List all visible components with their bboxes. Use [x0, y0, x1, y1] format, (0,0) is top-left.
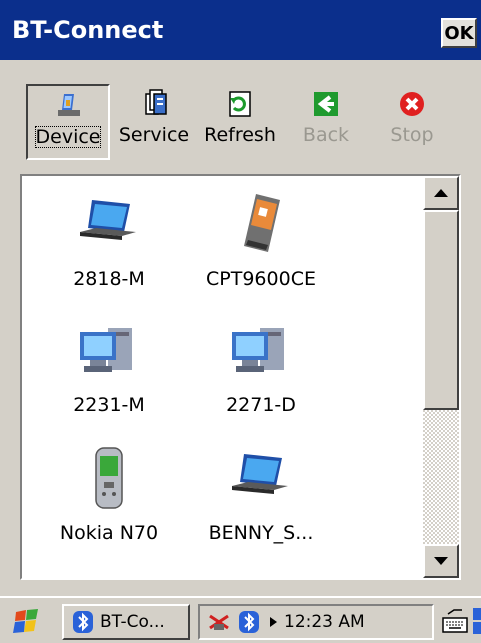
service-button[interactable]: Service [112, 84, 196, 160]
windows-start-icon[interactable] [6, 606, 46, 638]
stop-button[interactable]: Stop [370, 84, 454, 160]
laptop-icon [232, 454, 288, 494]
task-button-bt-connect[interactable]: BT-Co... [62, 604, 190, 640]
bluetooth-icon [73, 611, 93, 633]
window-switch-icon[interactable] [473, 606, 481, 636]
connection-error-icon[interactable] [206, 610, 232, 634]
back-button-label: Back [302, 124, 350, 146]
pda-icon [244, 194, 280, 252]
list-item-nokia-n70[interactable]: Nokia N70 [34, 444, 184, 544]
laptop-icon [80, 200, 136, 240]
system-tray: 12:23 AM [198, 604, 434, 640]
device-button-label: Device [34, 126, 102, 148]
device-name: BENNY_S... [208, 522, 314, 544]
clock[interactable]: 12:23 AM [284, 612, 365, 632]
window-title: BT-Connect [12, 16, 164, 44]
ok-button[interactable]: OK [441, 18, 477, 48]
device-list[interactable]: 2818-M CPT9600CE 2231-M 2271-D Nokia N70… [20, 174, 461, 580]
scroll-up-button[interactable] [423, 176, 459, 210]
device-name: CPT9600CE [206, 268, 316, 290]
back-button[interactable]: Back [284, 84, 368, 160]
list-item-2231-m[interactable]: 2231-M [34, 316, 184, 416]
desktop-computer-icon [80, 328, 132, 372]
device-name: 2231-M [73, 394, 145, 416]
task-button-label: BT-Co... [100, 612, 165, 632]
service-icon [145, 89, 167, 115]
list-item-2271-d[interactable]: 2271-D [186, 316, 336, 416]
device-list-items: 2818-M CPT9600CE 2231-M 2271-D Nokia N70… [22, 176, 427, 578]
list-item-cpt9600ce[interactable]: CPT9600CE [186, 190, 336, 290]
refresh-button[interactable]: Refresh [198, 84, 282, 160]
title-bar: BT-Connect OK [0, 0, 481, 60]
list-item-2818-m[interactable]: 2818-M [34, 190, 184, 290]
stop-icon [400, 92, 424, 116]
list-item-benny-s[interactable]: BENNY_S... [186, 444, 336, 544]
stop-button-label: Stop [390, 124, 434, 146]
device-name: Nokia N70 [59, 522, 159, 544]
scroll-thumb[interactable] [423, 210, 459, 410]
refresh-icon [229, 91, 251, 117]
device-name: 2271-D [226, 394, 296, 416]
refresh-button-label: Refresh [204, 124, 276, 146]
triangle-down-icon [434, 557, 448, 565]
triangle-up-icon [434, 189, 448, 197]
desktop-computer-icon [232, 328, 284, 372]
toolbar: Device Service Refresh Back Stop [0, 76, 481, 166]
phone-icon [95, 447, 123, 509]
taskbar: BT-Co... 12:23 AM [0, 596, 481, 643]
vertical-scrollbar[interactable] [423, 176, 459, 578]
scroll-down-button[interactable] [423, 544, 459, 578]
service-button-label: Service [118, 124, 190, 146]
tray-expand-arrow-icon[interactable] [266, 615, 280, 629]
device-icon [58, 94, 80, 116]
bluetooth-tray-icon[interactable] [238, 610, 260, 634]
keyboard-icon[interactable] [440, 606, 470, 636]
device-button[interactable]: Device [26, 84, 110, 160]
back-arrow-icon [314, 92, 338, 116]
device-name: 2818-M [73, 268, 145, 290]
